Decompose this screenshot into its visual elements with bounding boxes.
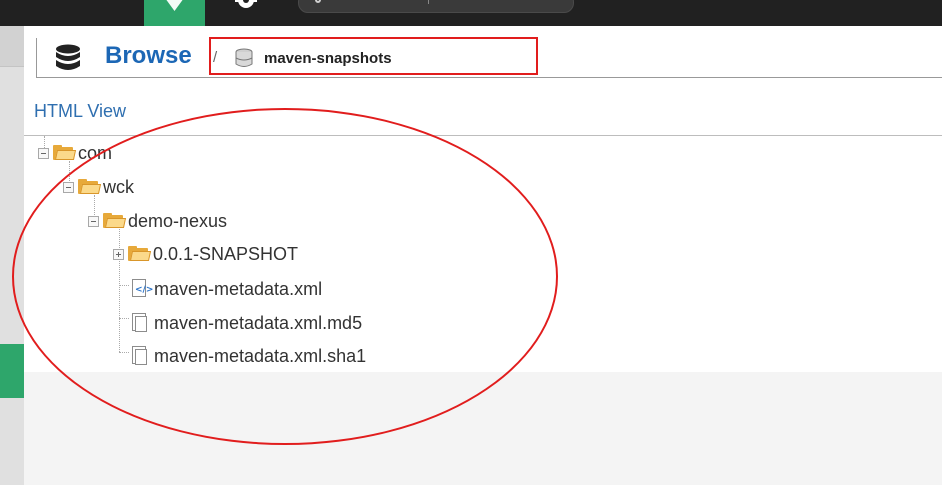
panel-footer-area <box>24 372 942 485</box>
tree-item-metadata-md5[interactable]: maven-metadata.xml.md5 <box>130 309 362 337</box>
tree-item-wck[interactable]: wck <box>63 173 134 201</box>
tree-item-label: wck <box>103 176 134 197</box>
xml-file-icon: </> <box>130 279 153 299</box>
left-sidebar <box>0 26 24 485</box>
tree-item-metadata-xml[interactable]: </> maven-metadata.xml <box>130 275 322 303</box>
open-folder-icon <box>103 213 127 229</box>
search-icon <box>315 0 321 3</box>
tree-item-snapshot-version[interactable]: 0.0.1-SNAPSHOT <box>113 240 298 268</box>
expand-toggle[interactable] <box>113 248 124 260</box>
tree-item-label: maven-metadata.xml.md5 <box>154 312 363 333</box>
collapse-toggle[interactable] <box>88 215 99 227</box>
components-icon <box>165 0 184 11</box>
top-navigation-bar <box>0 0 942 26</box>
tree-item-label: maven-metadata.xml.sha1 <box>154 345 367 366</box>
breadcrumb-repository[interactable]: maven-snapshots <box>264 50 392 67</box>
tree-connector <box>119 285 129 286</box>
tree-item-metadata-sha1[interactable]: maven-metadata.xml.sha1 <box>130 342 366 370</box>
search-caret <box>428 0 429 4</box>
gear-icon[interactable] <box>230 0 262 10</box>
repository-tree: com wck demo-nexus 0.0.1-SNAPSHOT </> ma… <box>24 136 942 372</box>
tree-item-label: 0.0.1-SNAPSHOT <box>153 243 299 264</box>
sidebar-item-active[interactable] <box>0 344 24 398</box>
browse-mode-button[interactable] <box>144 0 205 26</box>
collapse-toggle[interactable] <box>38 147 49 159</box>
page-title[interactable]: Browse <box>105 42 192 70</box>
tree-item-label: com <box>78 142 113 163</box>
open-folder-icon <box>128 246 152 262</box>
file-icon <box>130 346 148 366</box>
file-icon <box>130 313 148 333</box>
open-folder-icon <box>78 179 102 195</box>
collapse-toggle[interactable] <box>63 181 74 193</box>
database-icon <box>56 44 80 70</box>
browse-panel: Browse / maven-snapshots HTML View com w… <box>24 26 942 372</box>
tree-connector <box>119 352 129 353</box>
open-folder-icon <box>53 145 77 161</box>
tree-connector <box>119 318 129 319</box>
tree-item-label: maven-metadata.xml <box>154 278 323 299</box>
search-input[interactable] <box>298 0 574 13</box>
tree-item-demo-nexus[interactable]: demo-nexus <box>88 207 227 235</box>
browse-header: Browse / maven-snapshots <box>36 37 942 78</box>
tree-item-com[interactable]: com <box>38 139 112 167</box>
repository-icon <box>235 48 253 67</box>
html-view-link[interactable]: HTML View <box>34 101 126 122</box>
tree-item-label: demo-nexus <box>128 210 228 231</box>
sidebar-header <box>0 26 24 67</box>
